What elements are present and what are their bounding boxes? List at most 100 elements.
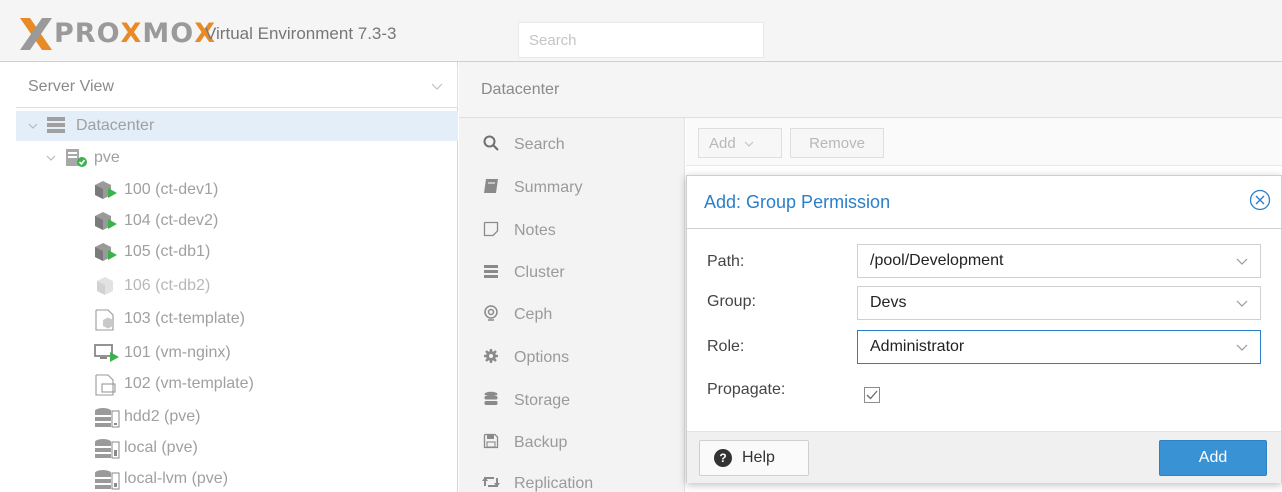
collapse-chevron-icon[interactable] <box>28 119 42 133</box>
tree-item-label: 103 (ct-template) <box>124 310 245 327</box>
nav-item-label: Backup <box>514 434 568 451</box>
tree-item-vm-102[interactable]: 102 (vm-template) <box>94 369 254 399</box>
tree-item-label: 100 (ct-dev1) <box>124 181 219 198</box>
tree-item-label: pve <box>94 149 120 166</box>
chevron-down-icon <box>431 78 443 96</box>
chevron-down-icon <box>744 135 754 152</box>
nav-item-label: Replication <box>514 475 594 492</box>
remove-button-label: Remove <box>809 134 865 152</box>
storage-icon <box>94 438 120 459</box>
running-container-icon <box>94 242 118 262</box>
storage-icon <box>94 407 120 428</box>
tree-item-label: hdd2 (pve) <box>124 408 201 425</box>
tree-item-vm-101[interactable]: 101 (vm-nginx) <box>94 338 231 368</box>
container-template-icon <box>94 309 118 331</box>
tree-item-datacenter[interactable]: Datacenter <box>16 111 458 141</box>
dialog-title: Add: Group Permission <box>704 192 891 212</box>
nav-item-label: Ceph <box>514 306 553 323</box>
view-selector[interactable]: Server View <box>16 66 458 108</box>
logo-text-x1: X <box>120 18 143 49</box>
tree-item-ct-103[interactable]: 103 (ct-template) <box>94 304 245 334</box>
nav-item-options[interactable]: Options <box>482 345 569 371</box>
close-icon[interactable] <box>1249 189 1271 211</box>
book-icon <box>482 178 500 198</box>
breadcrumb: Datacenter <box>481 81 560 98</box>
path-label: Path: <box>707 253 745 270</box>
remove-button[interactable]: Remove <box>790 128 884 158</box>
tree-item-label: 101 (vm-nginx) <box>124 344 231 361</box>
global-search-input[interactable] <box>518 22 764 58</box>
gear-icon <box>482 348 500 368</box>
nav-item-label: Summary <box>514 179 583 196</box>
running-container-icon <box>94 180 118 200</box>
tree-item-label: 105 (ct-db1) <box>124 243 211 260</box>
add-button[interactable]: Add <box>1159 440 1267 476</box>
chevron-down-icon[interactable] <box>1236 339 1248 357</box>
nav-item-label: Notes <box>514 222 556 239</box>
role-select-value: Administrator <box>870 338 965 355</box>
proxmox-logo[interactable]: PRO X MO X <box>18 18 216 50</box>
breadcrumb-bar: Datacenter <box>459 62 1282 118</box>
tree-item-ct-104[interactable]: 104 (ct-dev2) <box>94 206 218 236</box>
tree-item-storage-hdd2[interactable]: hdd2 (pve) <box>94 402 201 432</box>
tree-item-label: local (pve) <box>124 439 198 456</box>
tree-item-label: local-lvm (pve) <box>124 470 229 487</box>
running-container-icon <box>94 211 118 231</box>
role-select[interactable]: Administrator <box>857 330 1261 364</box>
sticky-note-icon <box>482 221 500 241</box>
tree-item-ct-105[interactable]: 105 (ct-db1) <box>94 237 210 267</box>
nav-item-label: Options <box>514 349 570 366</box>
tree-item-storage-local[interactable]: local (pve) <box>94 433 198 463</box>
collapse-chevron-icon[interactable] <box>46 151 60 165</box>
product-version: Virtual Environment 7.3-3 <box>205 24 397 43</box>
group-select[interactable]: Devs <box>857 286 1261 320</box>
tree-item-label: 106 (ct-db2) <box>124 277 211 294</box>
dialog-title-divider <box>687 228 1281 229</box>
nav-item-label: Cluster <box>514 264 565 281</box>
help-button-label: Help <box>742 449 775 466</box>
tree-item-ct-106[interactable]: 106 (ct-db2) <box>94 271 210 301</box>
permissions-toolbar: Add Remove <box>686 118 1282 166</box>
group-select-value: Devs <box>870 294 907 311</box>
logo-text-pro: PRO <box>54 18 121 49</box>
help-button[interactable]: ? Help <box>699 440 809 476</box>
search-icon <box>482 135 500 155</box>
role-label: Role: <box>707 338 745 355</box>
database-icon <box>482 391 500 411</box>
nav-item-backup[interactable]: Backup <box>482 430 567 456</box>
nav-item-ceph[interactable]: Ceph <box>482 302 552 328</box>
storage-icon <box>94 469 120 490</box>
tree-item-ct-100[interactable]: 100 (ct-dev1) <box>94 175 218 205</box>
server-icon <box>482 263 500 283</box>
add-menu-button[interactable]: Add <box>698 128 782 158</box>
add-menu-button-label: Add <box>709 134 736 152</box>
nav-item-storage[interactable]: Storage <box>482 388 570 414</box>
view-selector-value: Server View <box>28 77 114 95</box>
path-select[interactable]: /pool/Development <box>857 244 1261 278</box>
nav-item-notes[interactable]: Notes <box>482 218 556 244</box>
question-circle-icon: ? <box>714 449 732 467</box>
tree-item-label: 102 (vm-template) <box>124 375 254 392</box>
retweet-icon <box>482 474 500 492</box>
chevron-down-icon[interactable] <box>1236 253 1248 271</box>
nav-item-cluster[interactable]: Cluster <box>482 260 565 286</box>
chevron-down-icon[interactable] <box>1236 295 1248 313</box>
nav-item-summary[interactable]: Summary <box>482 175 582 201</box>
vm-template-icon <box>94 374 118 396</box>
add-group-permission-dialog: Add: Group Permission Path: /pool/Develo… <box>686 175 1282 483</box>
tree-item-node-pve[interactable]: pve <box>46 143 120 173</box>
datacenter-icon <box>46 116 70 136</box>
group-label: Group: <box>707 293 756 310</box>
checkmark-icon <box>866 390 878 400</box>
proxmox-x-logo-icon <box>20 18 52 50</box>
propagate-checkbox[interactable] <box>864 387 880 403</box>
node-online-icon <box>64 148 88 168</box>
nav-item-search[interactable]: Search <box>482 132 565 158</box>
logo-text-mo: MO <box>142 18 195 49</box>
top-header: PRO X MO X Virtual Environment 7.3-3 <box>0 0 1282 62</box>
nav-item-replication[interactable]: Replication <box>482 471 593 492</box>
tree-item-storage-local-lvm[interactable]: local-lvm (pve) <box>94 464 228 492</box>
dialog-footer: ? Help Add <box>687 431 1281 483</box>
nav-item-label: Storage <box>514 392 571 409</box>
stopped-container-icon <box>94 276 118 296</box>
